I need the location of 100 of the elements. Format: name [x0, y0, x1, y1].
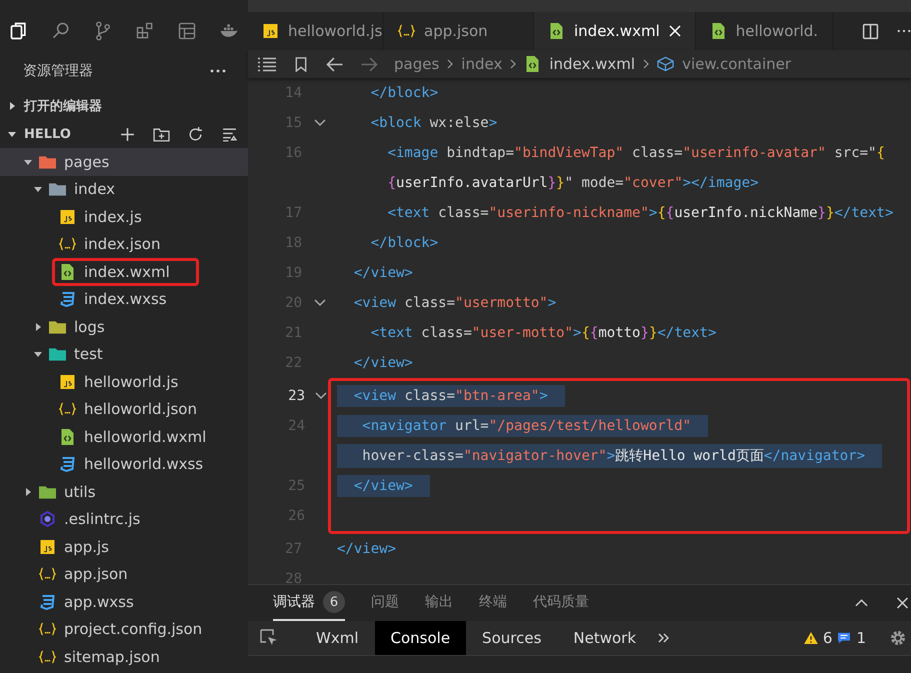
js-file-icon — [59, 374, 76, 390]
chevron-icon — [643, 59, 650, 69]
braces-icon — [59, 236, 76, 252]
tree-item[interactable]: helloworld.js — [0, 368, 248, 396]
code-file-icon — [524, 56, 542, 72]
tree-item[interactable]: helloworld.wxml — [0, 423, 248, 450]
hexagon-icon — [39, 511, 56, 528]
extensions-icon[interactable] — [135, 21, 155, 41]
css-file-icon — [59, 456, 76, 472]
panel-tab[interactable]: 问题 — [371, 585, 399, 621]
code-line: </view> — [352, 264, 413, 283]
file-name: test — [74, 345, 103, 364]
tree-item[interactable]: project.config.json — [0, 616, 248, 643]
code-file-icon — [59, 264, 76, 280]
fold-chevron-icon[interactable] — [315, 392, 327, 400]
folder-icon — [49, 318, 66, 335]
section-header[interactable]: HELLO — [0, 120, 248, 148]
file-name: index.json — [84, 235, 160, 254]
code-line: </view> — [337, 540, 396, 559]
layout-icon[interactable] — [177, 21, 197, 41]
more-icon[interactable] — [210, 69, 226, 73]
code-line: </block> — [370, 234, 438, 253]
settings-icon[interactable] — [889, 629, 907, 647]
chevron-up-icon[interactable] — [855, 597, 868, 609]
forward-arrow-icon[interactable] — [360, 56, 378, 72]
tree-item[interactable]: .eslintrc.js — [0, 506, 248, 533]
file-name: helloworld.wxss — [84, 455, 204, 474]
code-line: </block> — [370, 84, 438, 103]
devtools-tab[interactable]: Sources — [466, 621, 558, 655]
devtools-tab[interactable]: Wxml — [300, 621, 374, 655]
inspect-icon[interactable] — [260, 629, 278, 647]
fold-chevron-icon[interactable] — [314, 119, 326, 127]
chevron-icon — [510, 59, 516, 69]
tree-item[interactable]: index.wxss — [0, 286, 248, 313]
breadcrumb-item[interactable]: index — [461, 55, 502, 73]
tree-item[interactable]: app.json — [0, 560, 248, 588]
code-line: {userInfo.avatarUrl}}" mode="cover"></image> — [386, 174, 758, 193]
tree-item[interactable]: test — [0, 340, 248, 368]
warning-count: 6 — [822, 629, 832, 647]
breadcrumb-item[interactable]: pages — [394, 55, 440, 73]
tree-item[interactable]: utils — [0, 478, 248, 506]
file-name: index.js — [84, 208, 142, 226]
cube-icon — [657, 56, 674, 72]
editor-tab[interactable]: helloworld. — [696, 12, 834, 50]
tree-item[interactable]: helloworld.wxss — [0, 450, 248, 478]
braces-icon — [39, 621, 56, 638]
collapse-icon[interactable] — [221, 126, 238, 142]
tree-item[interactable]: index.json — [0, 230, 248, 258]
double-chevron-icon[interactable] — [658, 633, 670, 643]
tree-item[interactable]: app.js — [0, 533, 248, 560]
panel-tab[interactable]: 代码质量 — [533, 585, 589, 621]
css-file-icon — [59, 291, 76, 308]
braces-icon — [39, 566, 56, 582]
count-badge: 6 — [323, 591, 345, 613]
tree-item[interactable]: index.js — [0, 203, 248, 230]
new-file-icon[interactable] — [119, 126, 136, 142]
back-arrow-icon[interactable] — [326, 56, 344, 72]
new-folder-icon[interactable] — [153, 126, 170, 142]
explorer-title: 资源管理器 — [23, 62, 93, 80]
branch-icon[interactable] — [93, 21, 113, 41]
code-line: <image bindtap="bindViewTap" class="userinfo-avatar" src="{ — [386, 144, 885, 163]
code-file-icon — [710, 23, 727, 39]
tree-item[interactable]: helloworld.json — [0, 396, 248, 423]
refresh-icon[interactable] — [187, 126, 204, 142]
file-name: helloworld.json — [84, 400, 197, 418]
code-line: </view> — [352, 354, 413, 373]
chevron-icon — [447, 59, 454, 69]
braces-icon — [398, 23, 415, 39]
search-icon[interactable] — [51, 21, 71, 41]
more-icon[interactable] — [897, 29, 911, 33]
file-name: .eslintrc.js — [64, 510, 140, 528]
tree-item[interactable]: logs — [0, 313, 248, 340]
code-file-icon — [548, 23, 565, 39]
tree-item[interactable]: sitemap.json — [0, 643, 248, 670]
line-number: 23 — [288, 388, 305, 404]
js-file-icon — [39, 538, 56, 555]
breadcrumb-item[interactable]: index.wxml — [549, 55, 636, 73]
devtools-tab[interactable]: Network — [557, 621, 652, 655]
breadcrumb-item[interactable]: view.container — [682, 55, 792, 73]
fold-chevron-icon[interactable] — [314, 299, 326, 307]
tree-item[interactable]: app.wxss — [0, 588, 248, 616]
code-file-icon — [59, 428, 76, 445]
folder-icon — [49, 346, 66, 362]
tree-item[interactable]: index — [0, 176, 248, 203]
panel-tab[interactable]: 输出 — [425, 585, 453, 621]
code-line: <view class="usermotto"> — [352, 294, 556, 313]
file-name: helloworld.wxml — [84, 428, 206, 446]
braces-icon — [59, 401, 76, 418]
tree-item[interactable]: pages — [0, 148, 248, 176]
editor-tab[interactable]: index.wxml — [534, 12, 696, 50]
panel-tab[interactable]: 终端 — [479, 585, 507, 621]
message-count: 1 — [856, 629, 866, 647]
braces-icon — [39, 648, 56, 665]
close-icon[interactable] — [896, 597, 909, 609]
list-icon[interactable] — [258, 56, 276, 72]
file-name: helloworld.js — [84, 372, 178, 391]
editor-tab[interactable]: helloworld.js — [248, 12, 384, 50]
split-editor-icon[interactable] — [862, 22, 879, 40]
section-header[interactable]: 打开的编辑器 — [0, 92, 248, 120]
devtools-tab[interactable]: Console — [374, 621, 466, 655]
